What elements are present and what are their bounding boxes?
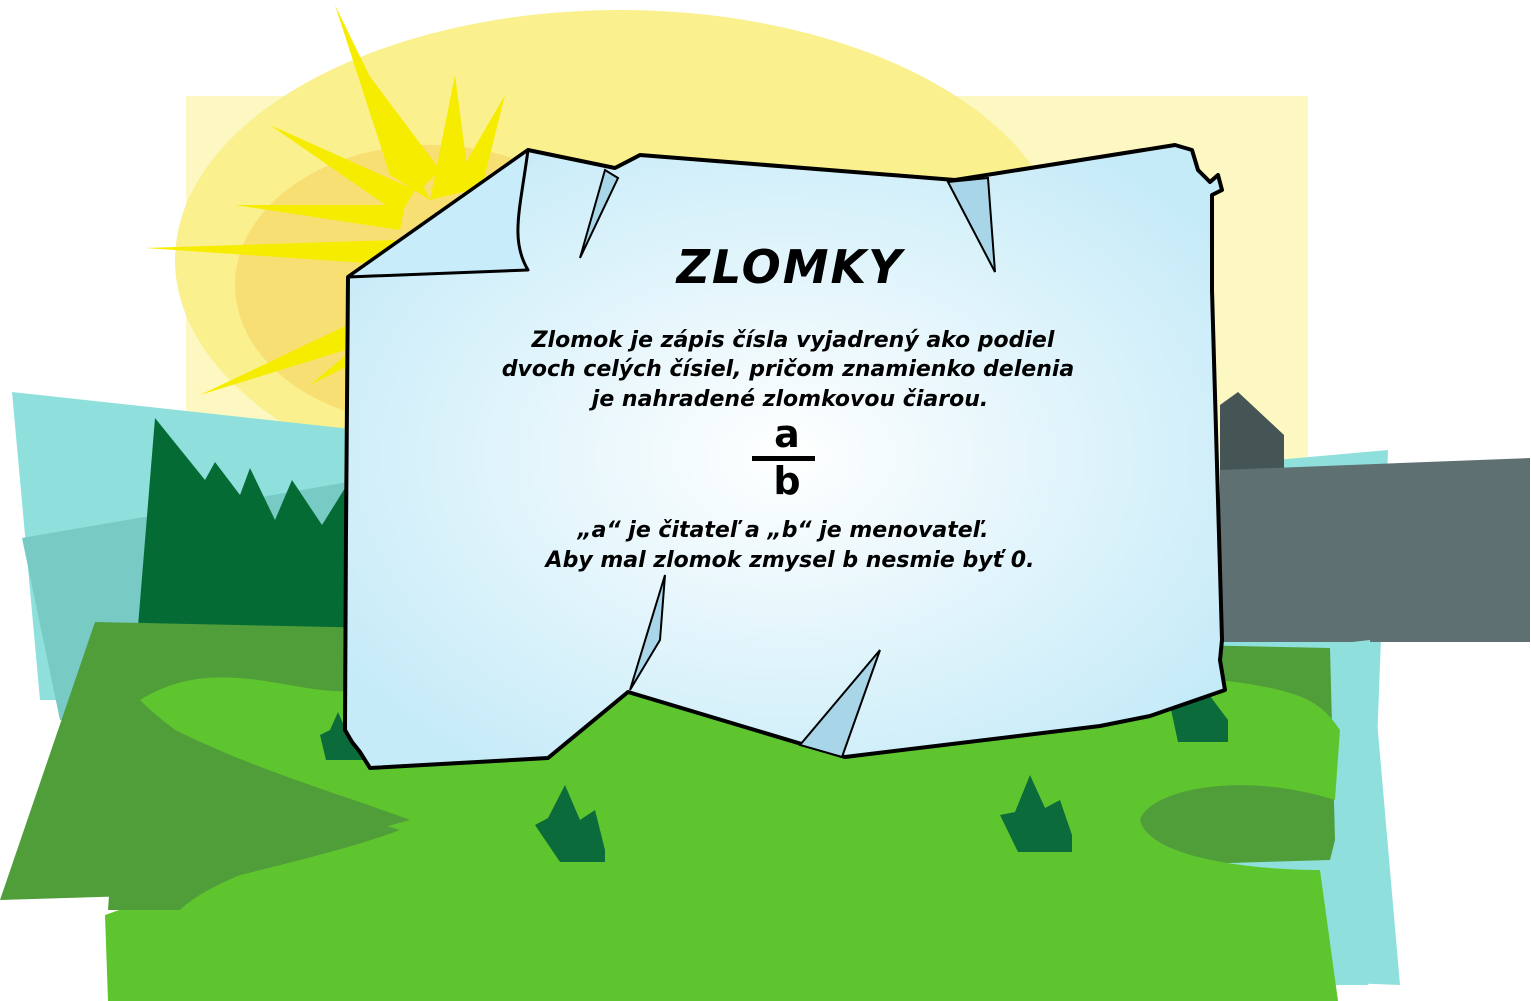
definition-line-1: Zlomok je zápis čísla vyjadrený ako podi… — [531, 328, 1055, 353]
fraction-denominator: b — [773, 459, 800, 503]
definition-line-3: je nahradené zlomkovou čiarou. — [589, 387, 988, 412]
note-line-2: Aby mal zlomok zmysel b nesmie byť 0. — [544, 548, 1035, 573]
building — [1220, 458, 1530, 642]
note-line-1: „a“ je čitateľ a „b“ je menovateľ. — [576, 518, 988, 543]
definition-line-2: dvoch celých čísiel, pričom znamienko de… — [502, 357, 1075, 382]
scroll-illustration: ZLOMKY Zlomok je zápis čísla vyjadrený a… — [0, 5, 1530, 1001]
page-title: ZLOMKY — [675, 240, 907, 294]
fraction-numerator: a — [774, 412, 800, 456]
